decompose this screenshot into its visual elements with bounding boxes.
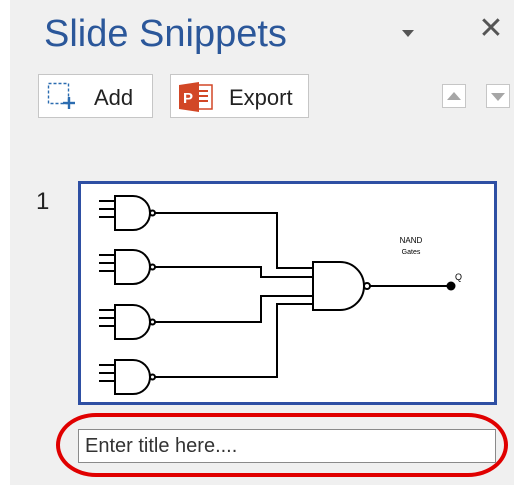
pane-title: Slide Snippets (44, 13, 287, 55)
powerpoint-icon: P (179, 82, 213, 112)
slide-thumbnail[interactable]: NAND Gates Q (78, 181, 497, 405)
close-pane-button[interactable]: ✕ (474, 12, 508, 46)
svg-text:P: P (183, 90, 193, 107)
export-button[interactable]: P Export (170, 74, 309, 118)
add-button[interactable]: Add (38, 74, 153, 118)
output-label: Q (455, 272, 462, 282)
dropdown-triangle-icon (402, 30, 414, 37)
arrow-up-icon (447, 92, 461, 100)
add-button-label: Add (94, 85, 134, 110)
nand-gate-4 (99, 359, 156, 395)
nand-gate-output (312, 261, 371, 311)
move-down-button[interactable] (486, 84, 510, 108)
add-snippet-icon (47, 82, 75, 109)
export-button-label: Export (229, 85, 293, 110)
move-up-button[interactable] (442, 84, 466, 108)
nand-gate-1 (99, 195, 156, 231)
slide-title-input[interactable] (78, 429, 496, 463)
pane-options-button[interactable] (396, 20, 422, 46)
arrow-down-icon (491, 93, 505, 101)
slide-number: 1 (36, 188, 50, 215)
output-node (446, 281, 456, 291)
nand-gate-3 (99, 304, 156, 340)
nand-gate-diagram: NAND Gates Q (99, 195, 462, 395)
nand-gate-2 (99, 249, 156, 285)
diagram-heading-line2: Gates (402, 249, 421, 256)
diagram-heading-line1: NAND (400, 236, 423, 245)
